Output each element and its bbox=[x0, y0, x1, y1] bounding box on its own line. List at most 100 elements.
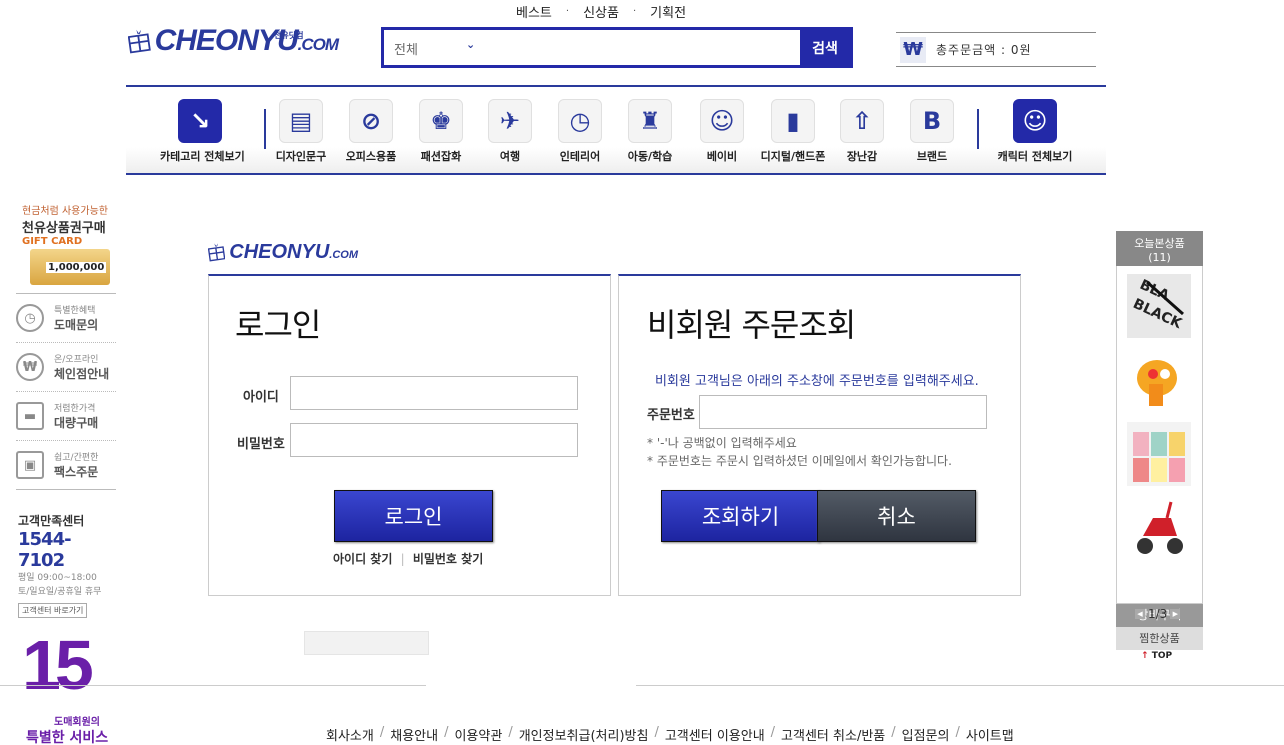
category-label: 패션잡화 bbox=[420, 150, 462, 163]
promo-number[interactable]: 15 bbox=[22, 630, 94, 700]
chevron-left-icon[interactable]: ◀ bbox=[1135, 609, 1145, 619]
arrow-down-right-icon: ↘ bbox=[178, 99, 222, 143]
footer-link[interactable]: 개인정보취급(처리)방침 bbox=[519, 725, 649, 744]
promo-sub2: 특별한 서비스 bbox=[26, 730, 109, 745]
item-small: 쉽고/간편한 bbox=[54, 453, 99, 463]
category-label: 베이비 bbox=[706, 150, 738, 163]
footer-link[interactable]: 고객센터 이용안내 bbox=[665, 725, 765, 744]
cancel-button[interactable]: 취소 bbox=[817, 490, 976, 542]
clock-icon: ◷ bbox=[558, 99, 602, 143]
category-character-all[interactable]: ☺ 캐릭터 전체보기 bbox=[992, 99, 1078, 164]
product-thumbnail[interactable] bbox=[1127, 422, 1191, 486]
gift-box-logo-icon bbox=[208, 243, 226, 262]
airplane-icon: ✈ bbox=[488, 99, 532, 143]
footer-link[interactable]: 고객센터 취소/반품 bbox=[781, 725, 885, 744]
footer-link[interactable]: 입점문의 bbox=[902, 725, 950, 744]
bulk-purchase[interactable]: ▬ 저렴한가격 대량구매 bbox=[16, 392, 116, 441]
product-thumbnail[interactable]: BLA BLACK bbox=[1127, 274, 1191, 338]
footer-link[interactable]: 채용안내 bbox=[390, 725, 438, 744]
category-baby[interactable]: ☺ 베이비 bbox=[682, 99, 762, 164]
footer-menu: 회사소개 / 채용안내 / 이용약관 / 개인정보취급(처리)방침 / 고객센터 이용안… bbox=[326, 725, 1014, 744]
category-bar: ↘ 카테고리 전체보기 ▤ 디자인문구 ⊘ 오피스용품 ♚ 패션잡화 ✈ 여행 … bbox=[126, 85, 1106, 175]
category-brand[interactable]: B 브랜드 bbox=[892, 99, 972, 164]
wholesale-inquiry[interactable]: ◷ 특별한혜택 도매문의 bbox=[16, 294, 116, 343]
category-label: 카테고리 전체보기 bbox=[160, 150, 245, 163]
find-links: 아이디 찾기 | 비밀번호 찾기 bbox=[333, 550, 483, 567]
recent-pager: ◀ 1/3 ▶ bbox=[1135, 607, 1181, 621]
category-toys[interactable]: ⇧ 장난감 bbox=[822, 99, 902, 164]
note-line: * 주문번호는 주문시 입력하셨던 이메일에서 확인가능합니다. bbox=[647, 454, 952, 468]
nav-separator: · bbox=[632, 5, 637, 17]
login-logo: CHEONYU.COM bbox=[208, 236, 358, 268]
gift-amount: 1,000,000 bbox=[46, 262, 107, 273]
chain-store-info[interactable]: ₩ 온/오프라인 체인점안내 bbox=[16, 343, 116, 392]
recent-count: (11) bbox=[1148, 251, 1171, 264]
item-big: 도매문의 bbox=[54, 318, 99, 332]
category-interior[interactable]: ◷ 인테리어 bbox=[540, 99, 620, 164]
top-label: TOP bbox=[1151, 651, 1173, 661]
nav-special-link[interactable]: 기획전 bbox=[650, 2, 686, 21]
footer-separator: / bbox=[654, 725, 659, 740]
login-button[interactable]: 로그인 bbox=[334, 490, 493, 542]
clock-icon: ◷ bbox=[16, 304, 44, 332]
footer-link[interactable]: 사이트맵 bbox=[966, 725, 1014, 744]
arrow-up-icon: ↑ bbox=[1141, 651, 1149, 661]
site-logo[interactable]: CHEONYU.COM 천유닷컴 bbox=[128, 18, 339, 64]
paperclip-icon: ⊘ bbox=[349, 99, 393, 143]
search-bar: 전체 ⌄ 검색 bbox=[381, 27, 853, 68]
gift-card-image: 1,000,000 bbox=[30, 249, 110, 285]
fax-order[interactable]: ▣ 쉽고/간편한 팩스주문 bbox=[16, 441, 116, 490]
category-label: 디자인문구 bbox=[275, 150, 327, 163]
gift-card-banner[interactable]: 현금처럼 사용가능한 천유상품권구매 GIFT CARD 1,000,000 bbox=[16, 198, 116, 294]
category-travel[interactable]: ✈ 여행 bbox=[470, 99, 550, 164]
logo-small-text: 천유닷컴 bbox=[274, 31, 304, 40]
cs-title: 고객만족센터 bbox=[18, 514, 85, 528]
won-icon: ₩ bbox=[900, 36, 926, 63]
footer-link[interactable]: 이용약관 bbox=[454, 725, 502, 744]
product-thumbnail[interactable] bbox=[1127, 496, 1191, 560]
id-input[interactable] bbox=[290, 376, 578, 410]
chevron-right-icon[interactable]: ▶ bbox=[1170, 609, 1181, 619]
gift-line2: 천유상품권구매 bbox=[22, 221, 106, 236]
order-total: ₩ 총주문금액 : 0원 bbox=[896, 32, 1096, 67]
category-label: 여행 bbox=[499, 150, 521, 163]
cs-hours: 평일 09:00~18:00 bbox=[18, 573, 97, 583]
category-all[interactable]: ↘ 카테고리 전체보기 bbox=[160, 99, 245, 164]
wishlist-button[interactable]: 찜한상품 bbox=[1116, 627, 1203, 650]
category-label: 브랜드 bbox=[916, 150, 948, 163]
note-line: * '-'나 공백없이 입력해주세요 bbox=[647, 436, 797, 450]
find-id-link[interactable]: 아이디 찾기 bbox=[333, 552, 392, 566]
find-password-link[interactable]: 비밀번호 찾기 bbox=[413, 552, 483, 566]
category-label: 인테리어 bbox=[559, 150, 601, 163]
category-kids[interactable]: ♜ 아동/학습 bbox=[610, 99, 690, 164]
smiley-icon: ☺ bbox=[1013, 99, 1057, 143]
promo-sub: 도매회원의 bbox=[54, 717, 100, 728]
nav-new-link[interactable]: 신상품 bbox=[583, 2, 619, 21]
category-fashion[interactable]: ♚ 패션잡화 bbox=[401, 99, 481, 164]
category-design-stationery[interactable]: ▤ 디자인문구 bbox=[261, 99, 341, 164]
cs-shortcut-button[interactable]: 고객센터 바로가기 bbox=[18, 603, 88, 618]
footer-link[interactable]: 회사소개 bbox=[326, 725, 374, 744]
search-category-select[interactable]: 전체 bbox=[394, 39, 418, 58]
page-indicator: 1/3 bbox=[1148, 607, 1168, 621]
recent-title: 오늘본상품 bbox=[1134, 237, 1185, 250]
product-thumbnail[interactable] bbox=[1127, 348, 1191, 412]
category-office[interactable]: ⊘ 오피스용품 bbox=[331, 99, 411, 164]
footer-gap bbox=[426, 655, 636, 687]
item-big: 대량구매 bbox=[54, 416, 99, 430]
order-total-label: 총주문금액 : 0원 bbox=[936, 43, 1032, 57]
password-label: 비밀번호 bbox=[237, 437, 285, 452]
baby-icon: ☺ bbox=[700, 99, 744, 143]
footer-separator: / bbox=[444, 725, 449, 740]
category-label: 장난감 bbox=[846, 150, 878, 163]
scroll-top-button[interactable]: ↑ TOP bbox=[1141, 651, 1172, 661]
chevron-down-icon[interactable]: ⌄ bbox=[466, 38, 475, 51]
password-input[interactable] bbox=[290, 423, 578, 457]
order-search-button[interactable]: 조회하기 bbox=[661, 490, 820, 542]
order-number-input[interactable] bbox=[699, 395, 987, 429]
search-button[interactable]: 검색 bbox=[800, 30, 850, 65]
nav-best-link[interactable]: 베스트 bbox=[516, 2, 552, 21]
nav-separator: · bbox=[565, 5, 570, 17]
category-digital[interactable]: ▮ 디지털/핸드폰 bbox=[753, 99, 833, 164]
category-label: 오피스용품 bbox=[345, 150, 397, 163]
